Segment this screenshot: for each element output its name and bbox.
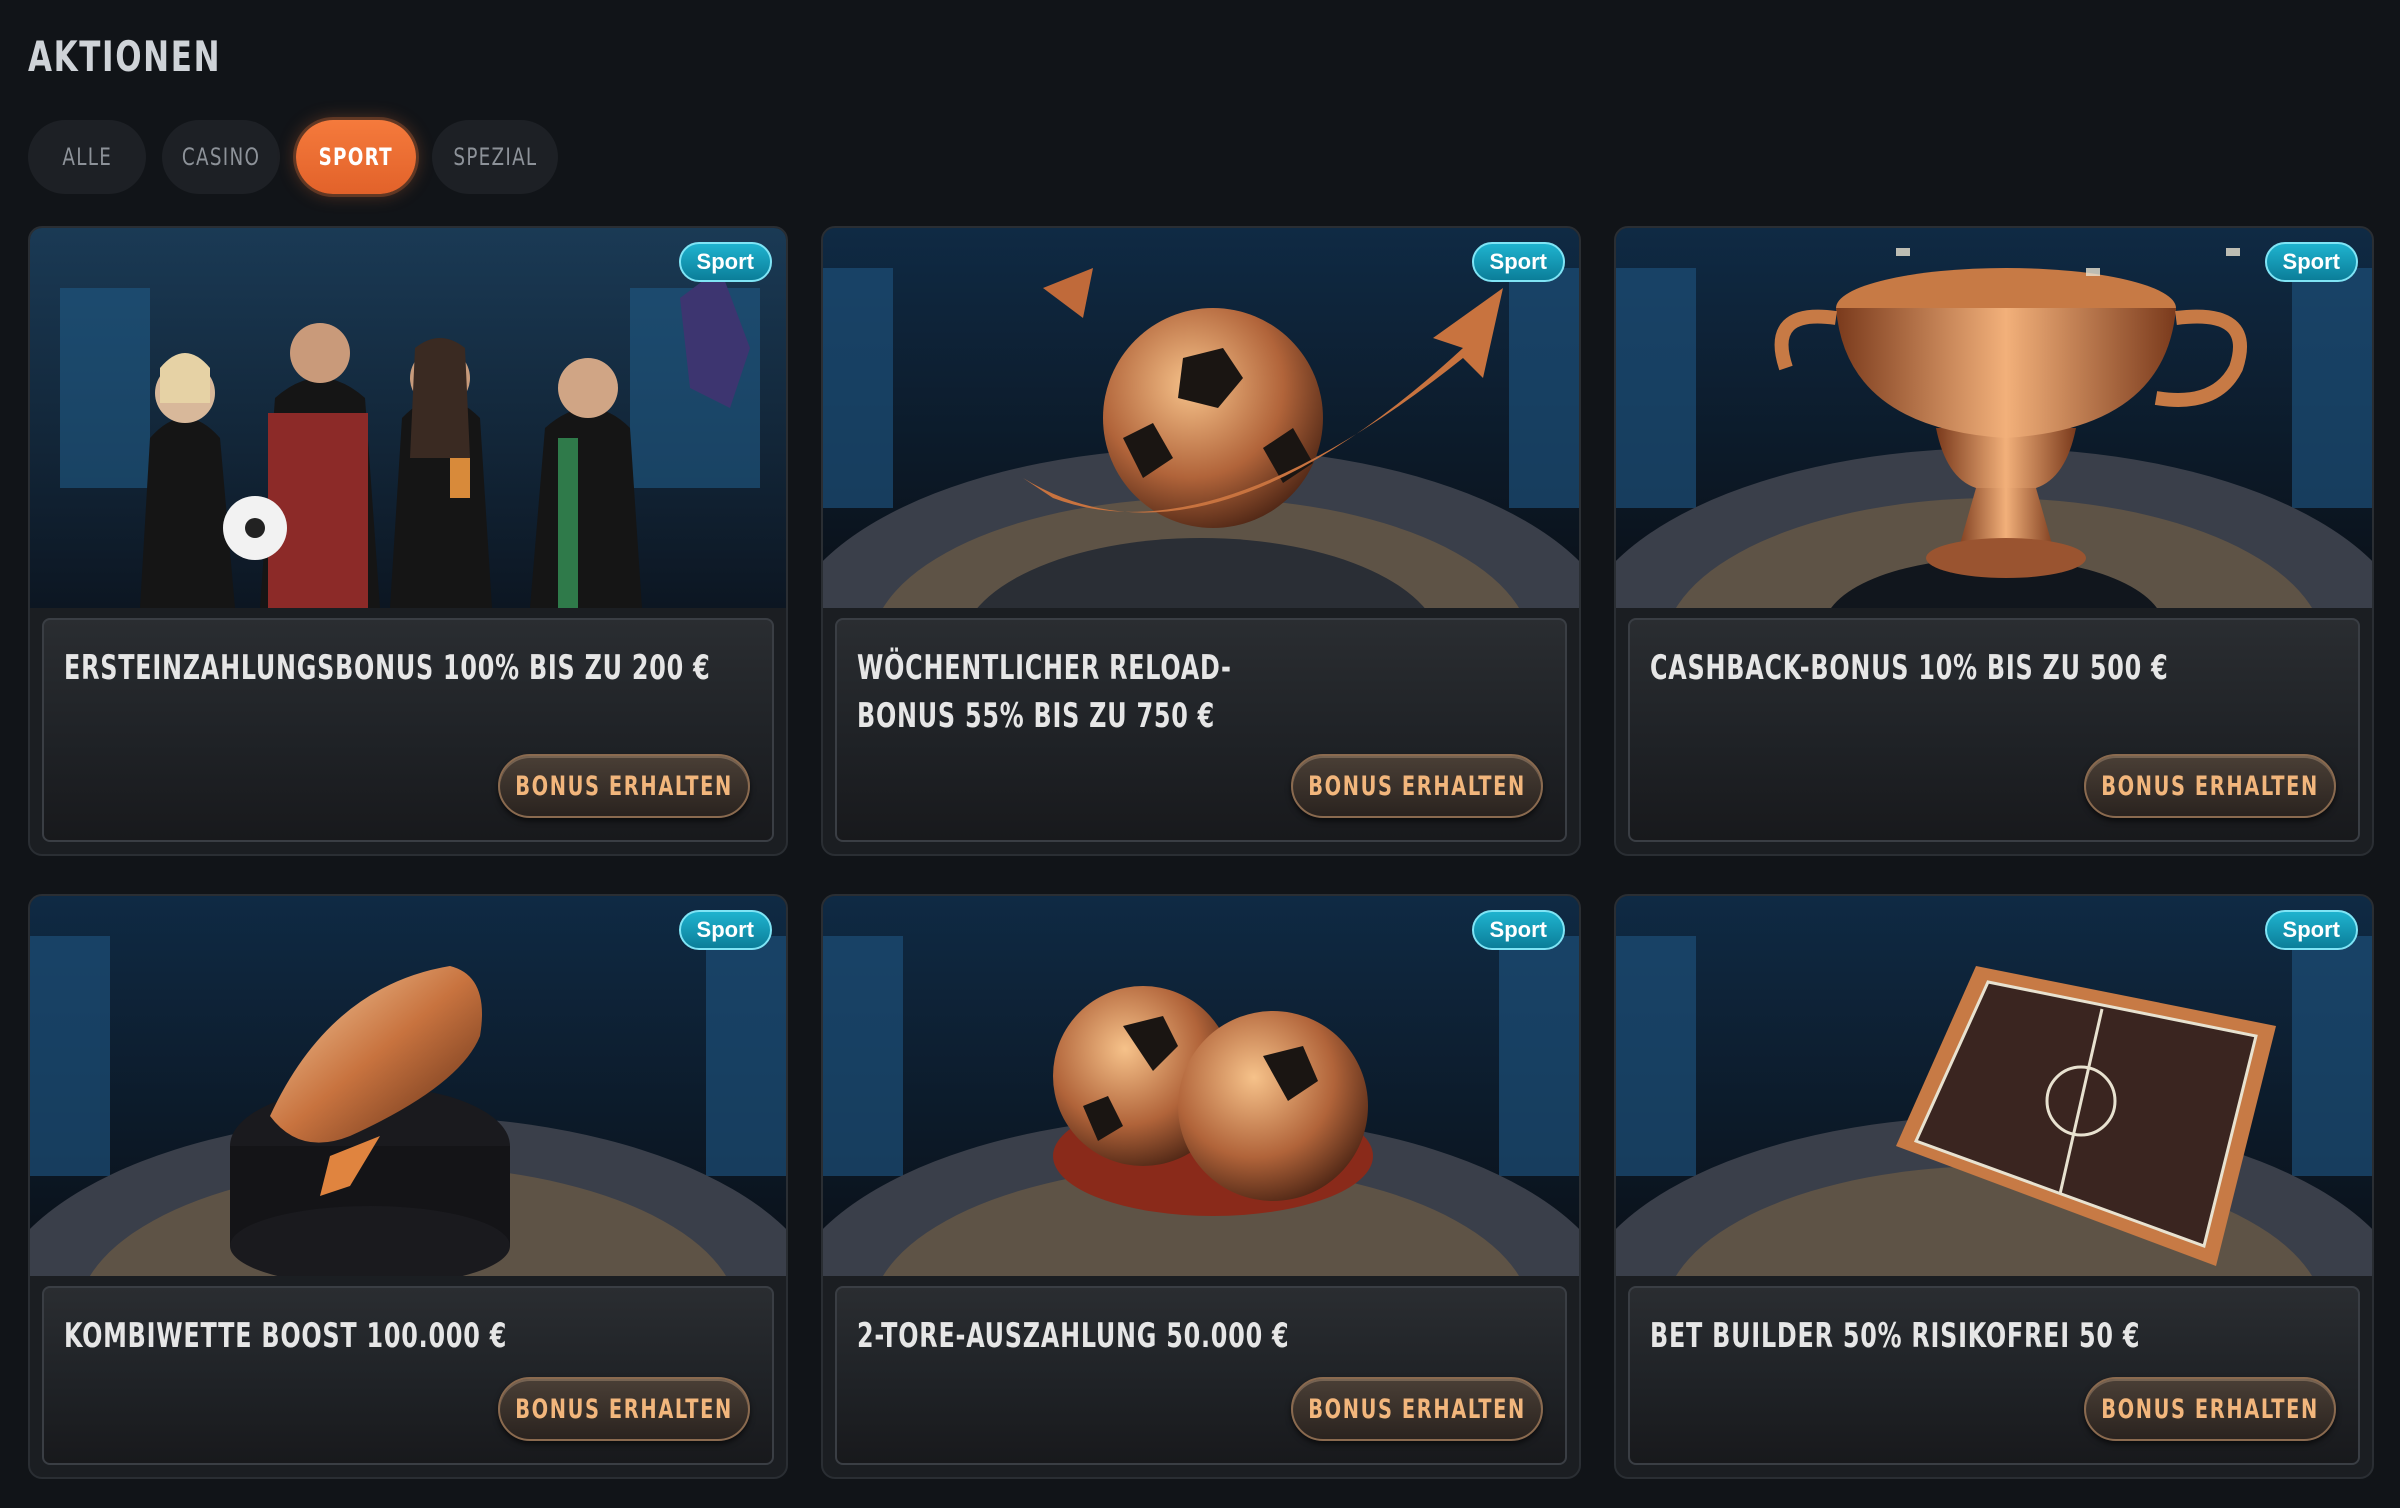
tab-alle[interactable]: ALLE — [28, 120, 146, 194]
promo-card-body: CASHBACK-BONUS 10% BIS ZU 500 € BONUS ER… — [1628, 618, 2360, 842]
sport-badge: Sport — [678, 242, 772, 282]
sport-badge: Sport — [1471, 910, 1565, 950]
tab-label: SPEZIAL — [453, 143, 537, 171]
promo-card: Sport WÖCHENTLICHER RELOAD-BONUS 55% BIS… — [821, 226, 1581, 856]
promo-title: 2-TORE-AUSZAHLUNG 50.000 € — [857, 1316, 1290, 1356]
tab-casino[interactable]: CASINO — [162, 120, 280, 194]
promo-card-body: 2-TORE-AUSZAHLUNG 50.000 € BONUS ERHALTE… — [835, 1286, 1567, 1465]
promo-card-body: KOMBIWETTE BOOST 100.000 € BONUS ERHALTE… — [42, 1286, 774, 1465]
page-title: AKTIONEN — [28, 32, 222, 81]
bonus-button[interactable]: BONUS ERHALTEN — [1291, 754, 1543, 818]
promo-image-football-boot — [30, 896, 786, 1276]
promo-card: Sport BET BUILDER 50% RISIKOFREI 50 € BO… — [1614, 894, 2374, 1479]
sport-badge: Sport — [678, 910, 772, 950]
tab-label: CASINO — [181, 143, 261, 171]
bonus-button[interactable]: BONUS ERHALTEN — [2084, 754, 2336, 818]
promo-title: BET BUILDER 50% RISIKOFREI 50 € — [1650, 1316, 2141, 1356]
tab-label: SPORT — [318, 143, 394, 171]
promo-card: Sport ERSTEINZAHLUNGSBONUS 100% BIS ZU 2… — [28, 226, 788, 856]
promo-card-body: ERSTEINZAHLUNGSBONUS 100% BIS ZU 200 € B… — [42, 618, 774, 842]
promo-card: Sport 2-TORE-AUSZAHLUNG 50.000 € BONUS E… — [821, 894, 1581, 1479]
promo-card: Sport KOMBIWETTE BOOST 100.000 € BONUS E… — [28, 894, 788, 1479]
bonus-button-label: BONUS ERHALTEN — [515, 770, 733, 802]
promo-card-body: WÖCHENTLICHER RELOAD-BONUS 55% BIS ZU 75… — [835, 618, 1567, 842]
filter-tabs: ALLE CASINO SPORT SPEZIAL — [28, 120, 558, 194]
tab-spezial[interactable]: SPEZIAL — [432, 120, 558, 194]
bonus-button-label: BONUS ERHALTEN — [2101, 770, 2319, 802]
bonus-button[interactable]: BONUS ERHALTEN — [498, 754, 750, 818]
sport-badge: Sport — [2264, 910, 2358, 950]
bonus-button-label: BONUS ERHALTEN — [2101, 1393, 2319, 1425]
promo-title: WÖCHENTLICHER RELOAD-BONUS 55% BIS ZU 75… — [857, 648, 1232, 736]
promo-card-body: BET BUILDER 50% RISIKOFREI 50 € BONUS ER… — [1628, 1286, 2360, 1465]
promo-image-football-arrow — [823, 228, 1579, 608]
sport-badge: Sport — [2264, 242, 2358, 282]
tab-label: ALLE — [62, 143, 112, 171]
promo-title: CASHBACK-BONUS 10% BIS ZU 500 € — [1650, 648, 2169, 688]
bonus-button-label: BONUS ERHALTEN — [1308, 770, 1526, 802]
promo-image-tactics-board — [1616, 896, 2372, 1276]
bonus-button[interactable]: BONUS ERHALTEN — [1291, 1377, 1543, 1441]
promotions-page: AKTIONEN ALLE CASINO SPORT SPEZIAL Sport… — [0, 0, 2400, 1508]
bonus-button[interactable]: BONUS ERHALTEN — [498, 1377, 750, 1441]
sport-badge: Sport — [1471, 242, 1565, 282]
promo-image-two-footballs — [823, 896, 1579, 1276]
promo-image-trophy — [1616, 228, 2372, 608]
promo-card: Sport CASHBACK-BONUS 10% BIS ZU 500 € BO… — [1614, 226, 2374, 856]
promo-title: KOMBIWETTE BOOST 100.000 € — [64, 1316, 508, 1356]
bonus-button[interactable]: BONUS ERHALTEN — [2084, 1377, 2336, 1441]
bonus-button-label: BONUS ERHALTEN — [1308, 1393, 1526, 1425]
bonus-button-label: BONUS ERHALTEN — [515, 1393, 733, 1425]
promo-image-team-characters — [30, 228, 786, 608]
promo-grid: Sport ERSTEINZAHLUNGSBONUS 100% BIS ZU 2… — [28, 226, 2374, 1479]
tab-sport[interactable]: SPORT — [296, 120, 416, 194]
promo-title: ERSTEINZAHLUNGSBONUS 100% BIS ZU 200 € — [64, 648, 711, 688]
